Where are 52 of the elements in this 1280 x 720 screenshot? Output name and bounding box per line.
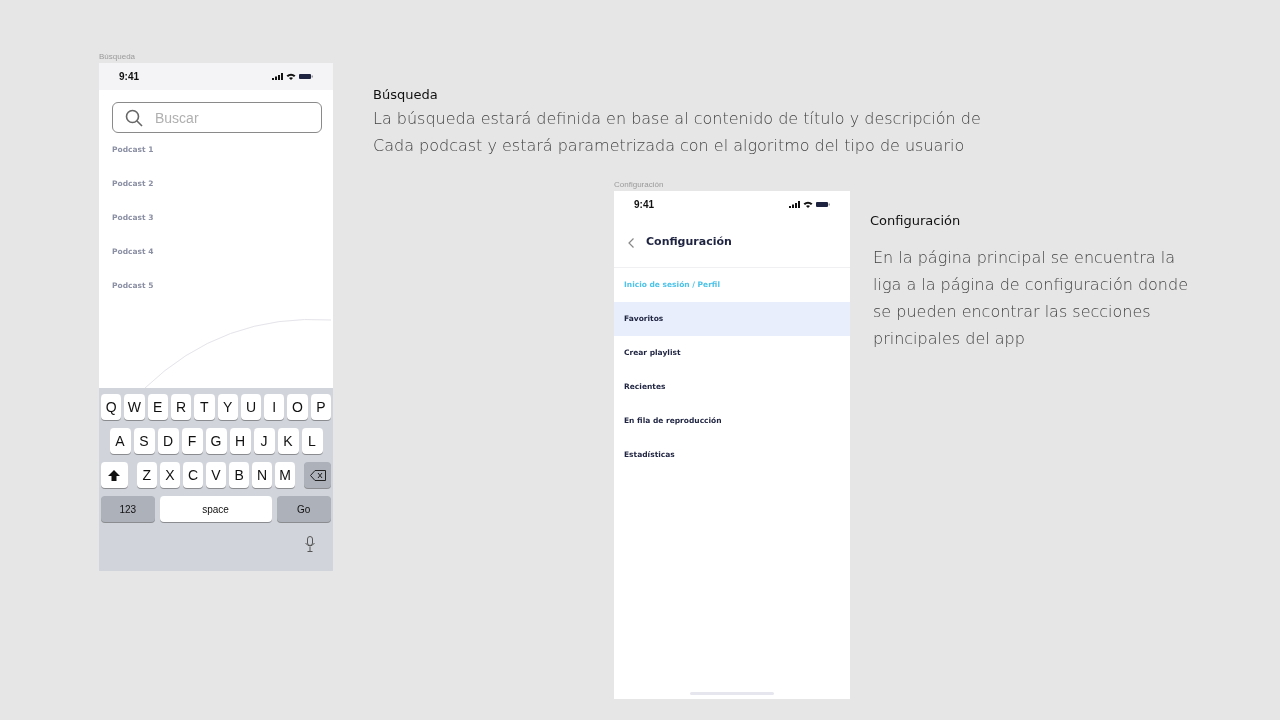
keyboard-key[interactable]: M [275,462,296,488]
keyboard-key[interactable]: X [159,462,180,488]
status-time: 9:41 [634,198,654,212]
screen-caption: Búsqueda [99,51,136,63]
search-icon [125,109,143,127]
shift-icon [108,469,121,481]
keyboard-key[interactable]: V [205,462,227,488]
keyboard-key[interactable]: T [194,394,215,420]
space-key[interactable]: space [159,496,272,522]
wifi-icon [803,201,813,208]
keyboard-key[interactable]: O [287,394,308,420]
keyboard-key[interactable]: K [277,428,299,454]
keyboard-key[interactable]: E [147,394,168,420]
keyboard-key[interactable]: P [310,394,331,420]
keyboard-key[interactable]: A [109,428,131,454]
keyboard-key[interactable]: H [229,428,251,454]
shift-key[interactable] [101,462,128,488]
signal-icon [272,73,283,80]
backspace-key[interactable] [304,462,331,488]
microphone-icon [305,536,315,552]
wifi-icon [286,73,296,80]
note-title: Búsqueda [373,86,438,104]
keyboard-key[interactable]: Y [217,394,238,420]
keyboard-key[interactable]: F [181,428,203,454]
status-time: 9:41 [119,70,139,84]
keyboard-key[interactable]: C [182,462,203,488]
keyboard-key[interactable]: W [124,394,145,420]
number-key[interactable]: 123 [101,496,155,522]
screen-title: Configuración [646,234,732,251]
keyboard-key[interactable]: N [252,462,273,488]
search-field[interactable]: Buscar [112,102,322,133]
backspace-icon [309,469,326,481]
keyboard-key[interactable]: L [301,428,323,454]
keyboard-key[interactable]: S [133,428,155,454]
keyboard-key[interactable]: Q [101,394,122,420]
signal-icon [789,201,800,208]
keyboard-key[interactable]: J [253,428,275,454]
go-key[interactable]: Go [276,496,331,522]
keyboard-key[interactable]: U [240,394,262,420]
keyboard-key[interactable]: B [229,462,250,488]
battery-icon [816,201,830,208]
keyboard-key[interactable]: I [264,394,285,420]
keyboard-key[interactable]: R [170,394,192,420]
note-text: La búsqueda estará definida en base al contenido de título y descripción de Cada podcast y estará parametrizada con el algoritmo del tipo de usuario [373,108,982,157]
back-icon [628,237,634,248]
keyboard-key[interactable]: D [157,428,179,454]
battery-icon [299,73,313,80]
keyboard-key[interactable]: G [205,428,227,454]
note-text: En la página principal se encuentra la liga a la página de configuración donde se pueden encontrar las secciones principales del app [873,247,1189,350]
keyboard-key[interactable]: Z [136,462,157,488]
screen-caption: Configuración [614,179,664,191]
note-title: Configuración [870,212,961,230]
